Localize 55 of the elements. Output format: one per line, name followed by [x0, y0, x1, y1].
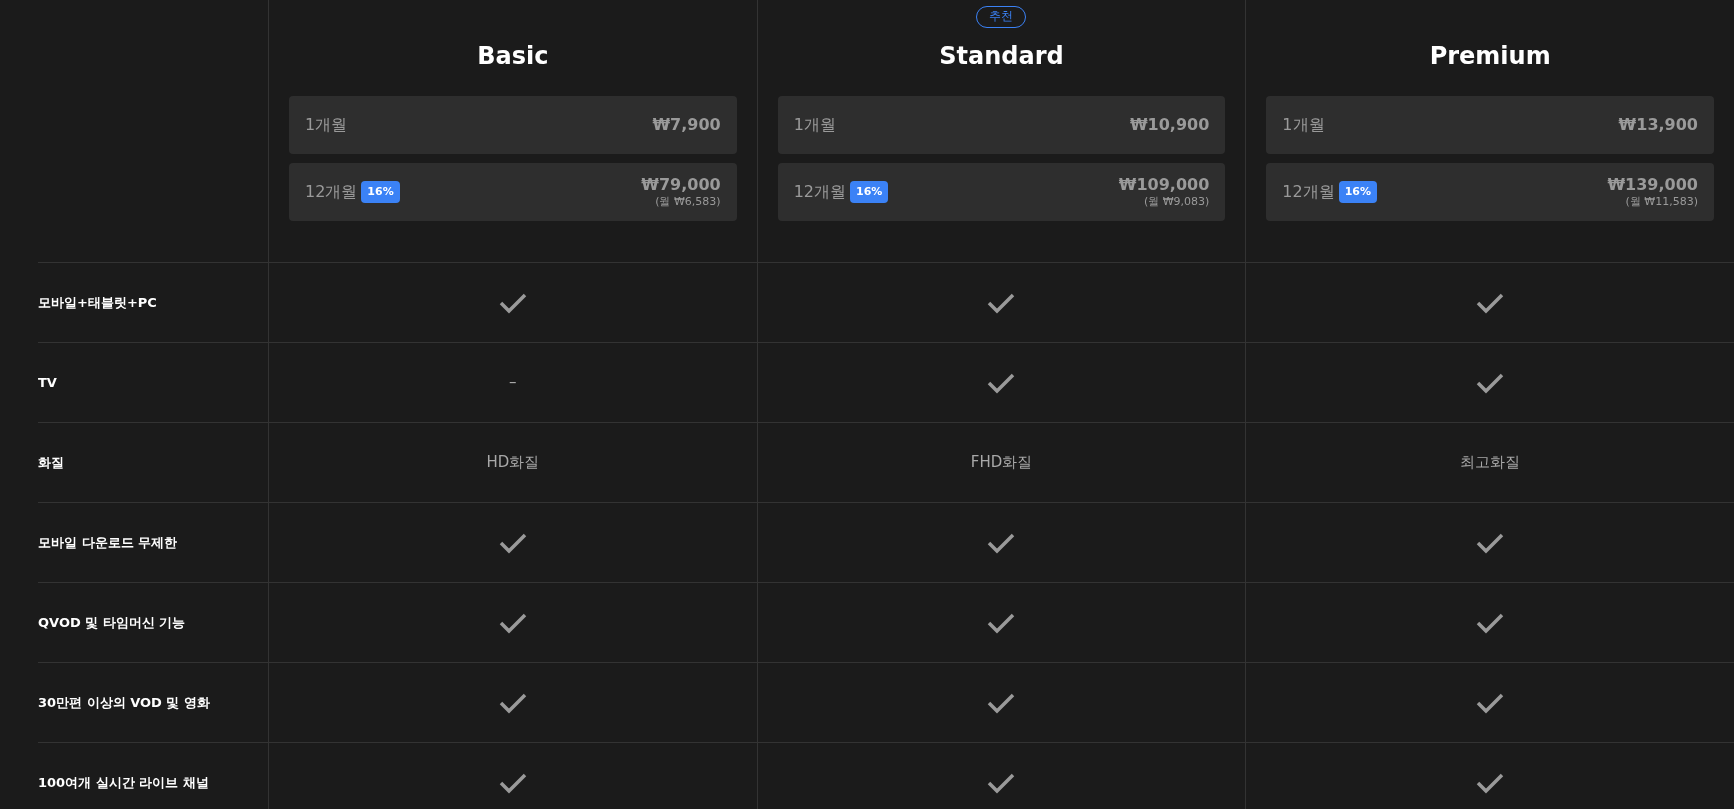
plan-title: Standard [939, 41, 1064, 72]
price: ₩109,000 [1118, 175, 1210, 195]
price-option[interactable]: 1개월 ₩10,900 [777, 96, 1226, 154]
price-option[interactable]: 1개월 ₩13,900 [1266, 96, 1714, 154]
feature-value: – [509, 372, 517, 394]
period-label: 1개월 [793, 114, 836, 136]
checkmark-icon [498, 531, 527, 554]
price: ₩7,900 [652, 115, 721, 135]
feature-label: 모바일+태블릿+PC [38, 293, 157, 312]
price-option[interactable]: 1개월 ₩7,900 [289, 96, 737, 154]
price-option[interactable]: 12개월 16% ₩79,000 (월 ₩6,583) [289, 163, 737, 221]
monthly-price: (월 ₩6,583) [655, 195, 721, 209]
price: ₩13,900 [1618, 115, 1698, 135]
checkmark-icon [987, 291, 1016, 314]
period-label: 12개월 [1282, 181, 1335, 203]
checkmark-icon [1476, 291, 1505, 314]
period-label: 1개월 [305, 114, 348, 136]
price: ₩139,000 [1607, 175, 1698, 195]
checkmark-icon [1476, 531, 1505, 554]
monthly-price: (월 ₩9,083) [1143, 195, 1210, 209]
checkmark-icon [1476, 371, 1505, 394]
feature-label: 30만편 이상의 VOD 및 영화 [38, 693, 210, 712]
checkmark-icon [987, 371, 1016, 394]
period-label: 12개월 [305, 181, 358, 203]
plan-title: Basic [477, 41, 549, 72]
period-label: 12개월 [793, 181, 846, 203]
price-option[interactable]: 12개월 16% ₩139,000 (월 ₩11,583) [1266, 163, 1714, 221]
checkmark-icon [498, 611, 527, 634]
feature-label: TV [38, 373, 57, 392]
feature-label: QVOD 및 타임머신 기능 [38, 613, 186, 632]
discount-badge: 16% [361, 181, 400, 203]
price: ₩10,900 [1129, 115, 1210, 135]
checkmark-icon [1476, 691, 1505, 714]
feature-value: 최고화질 [1460, 452, 1521, 474]
checkmark-icon [987, 691, 1016, 714]
checkmark-icon [498, 771, 527, 794]
price-option[interactable]: 12개월 16% ₩109,000 (월 ₩9,083) [777, 163, 1226, 221]
checkmark-icon [498, 291, 527, 314]
feature-label: 화질 [38, 453, 64, 472]
feature-value: FHD화질 [970, 452, 1033, 474]
plan-title: Premium [1429, 41, 1551, 72]
checkmark-icon [498, 691, 527, 714]
feature-value: HD화질 [486, 452, 540, 474]
checkmark-icon [987, 771, 1016, 794]
feature-label: 100여개 실시간 라이브 채널 [38, 773, 209, 792]
discount-badge: 16% [1338, 181, 1378, 203]
monthly-price: (월 ₩11,583) [1625, 195, 1698, 209]
discount-badge: 16% [850, 181, 889, 203]
checkmark-icon [987, 531, 1016, 554]
period-label: 1개월 [1282, 114, 1325, 136]
price: ₩79,000 [641, 175, 721, 195]
checkmark-icon [1476, 771, 1505, 794]
feature-label: 모바일 다운로드 무제한 [38, 533, 178, 552]
checkmark-icon [987, 611, 1016, 634]
checkmark-icon [1476, 611, 1505, 634]
